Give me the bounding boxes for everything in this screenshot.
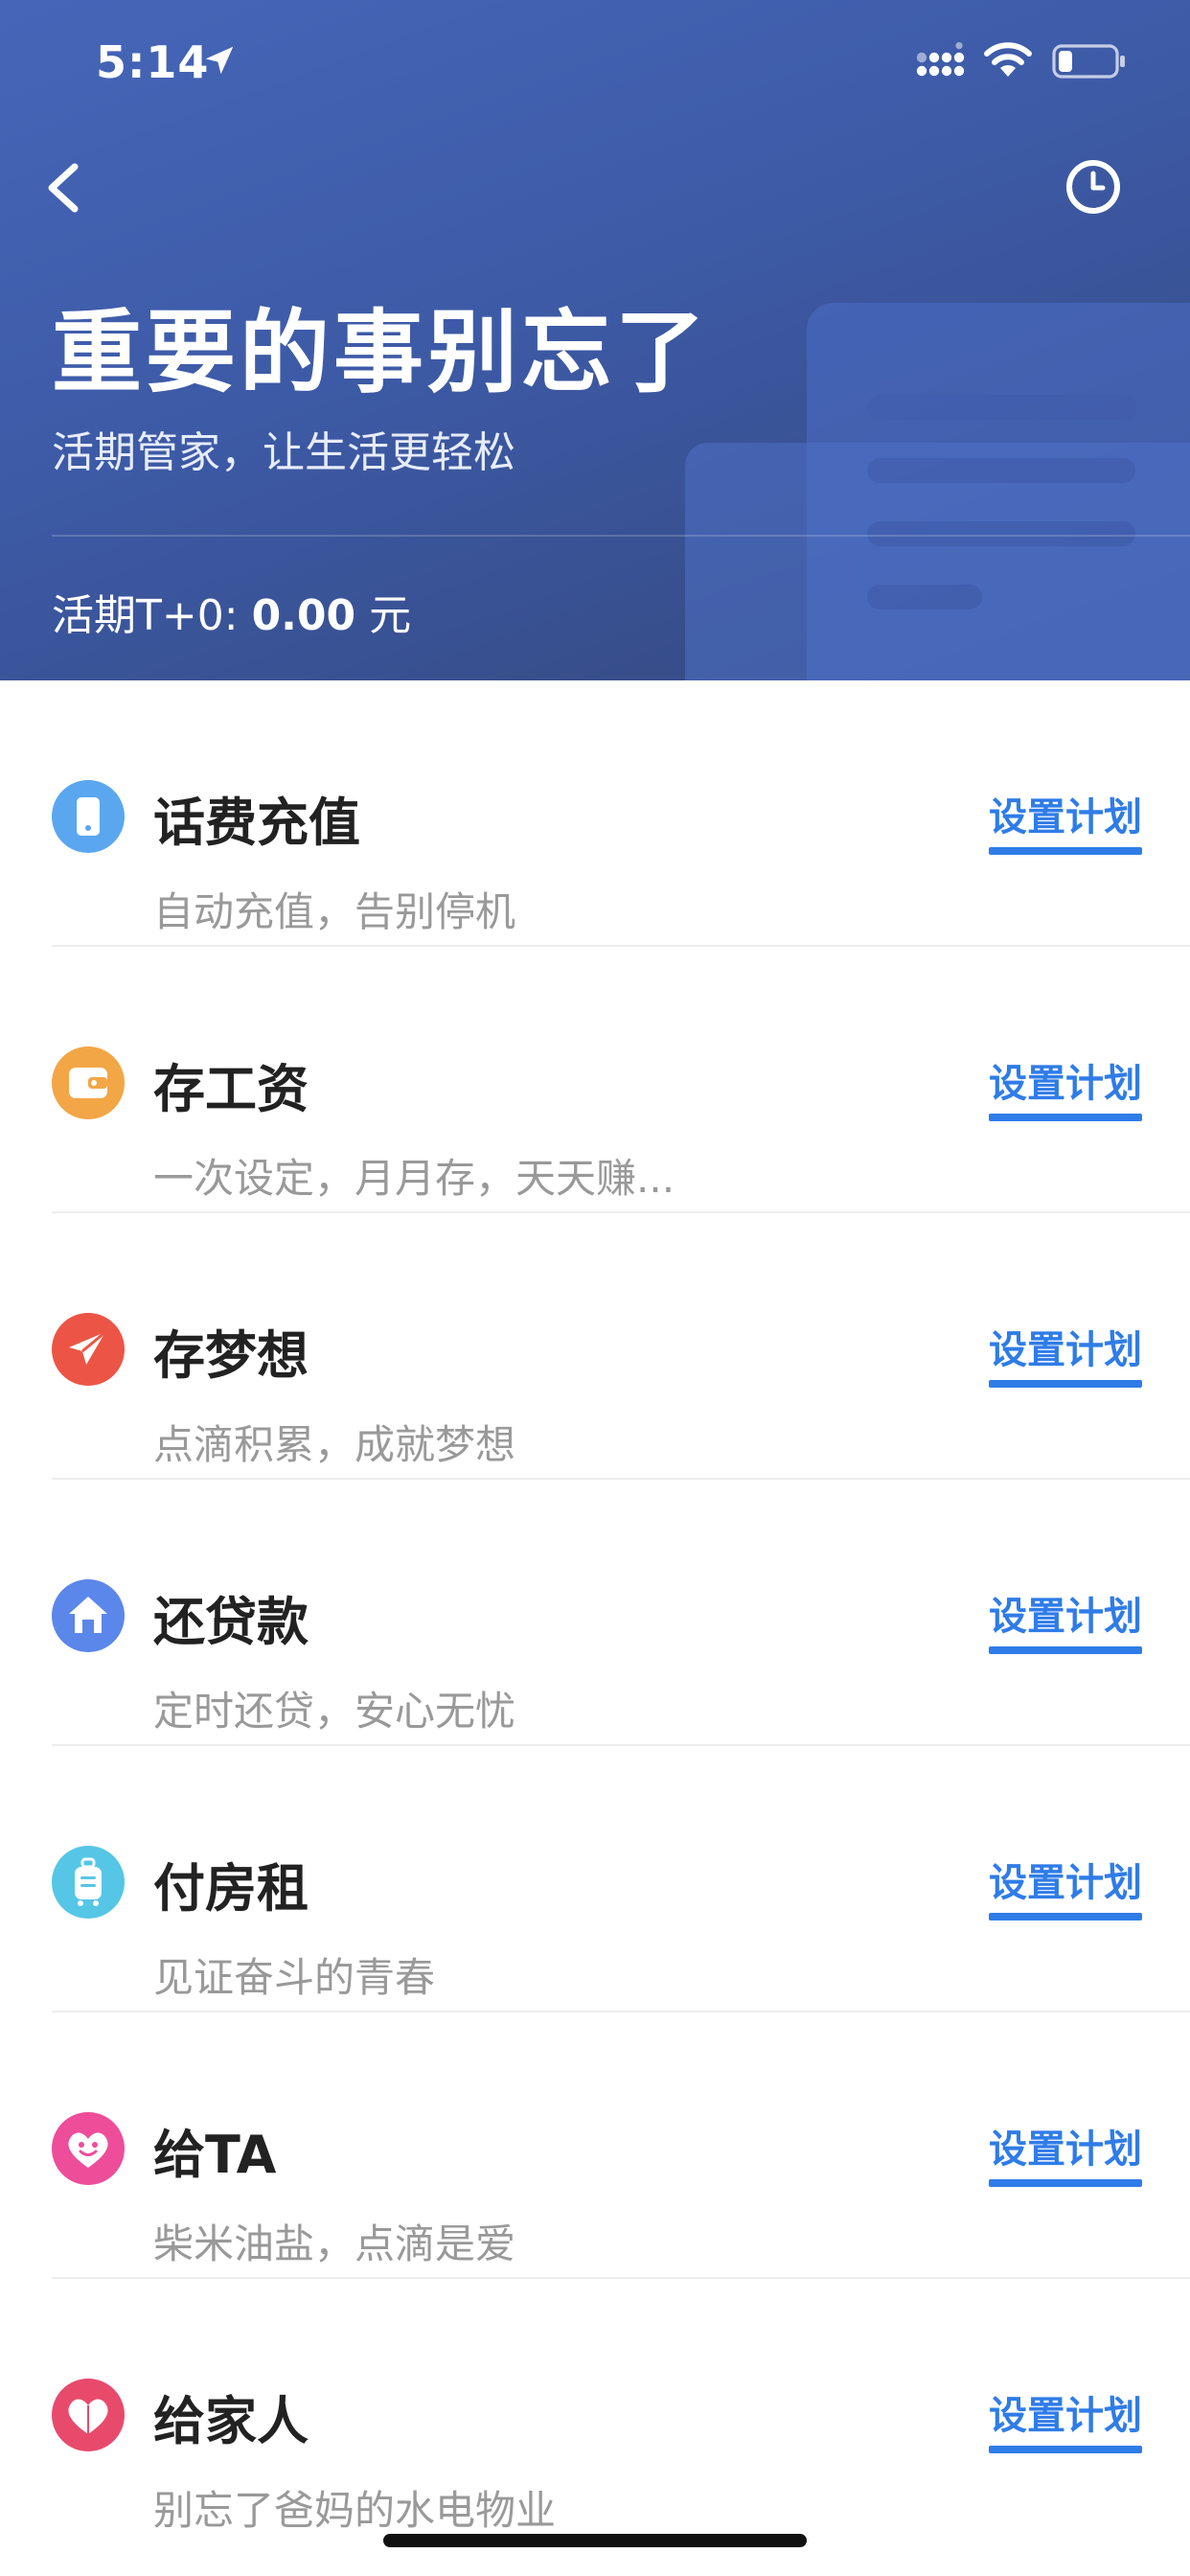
set-plan-button[interactable]: 设置计划 <box>989 2384 1142 2453</box>
set-plan-button[interactable]: 设置计划 <box>989 2118 1142 2187</box>
page-title: 重要的事别忘了 <box>52 301 710 405</box>
list-item-save-salary[interactable]: 存工资 一次设定，月月存，天天赚... 设置计划 <box>0 947 1190 1213</box>
plan-list: 话费充值 自动充值，告别停机 设置计划 存工资 一次设定，月月存，天天赚... … <box>0 680 1190 2545</box>
location-arrow-icon <box>205 46 234 75</box>
list-item-give-ta[interactable]: 给TA 柴米油盐，点滴是爱 设置计划 <box>0 2012 1190 2279</box>
item-description: 一次设定，月月存，天天赚... <box>153 1155 675 1202</box>
balance-amount: 0.00 <box>251 591 356 640</box>
item-description: 定时还贷，安心无忧 <box>153 1688 516 1735</box>
item-description: 柴米油盐，点滴是爱 <box>153 2220 516 2267</box>
history-clock-icon[interactable] <box>1062 155 1125 218</box>
home-indicator <box>383 2534 807 2547</box>
item-description: 别忘了爸妈的水电物业 <box>153 2487 557 2534</box>
list-item-phone-topup[interactable]: 话费充值 自动充值，告别停机 设置计划 <box>0 680 1190 947</box>
balance-unit: 元 <box>355 591 412 640</box>
set-plan-button[interactable]: 设置计划 <box>989 1852 1142 1920</box>
list-item-give-family[interactable]: 给家人 别忘了爸妈的水电物业 设置计划 <box>0 2279 1190 2545</box>
heart-icon <box>52 2379 125 2451</box>
smiley-heart-icon <box>52 2112 125 2185</box>
set-plan-button[interactable]: 设置计划 <box>989 1585 1142 1654</box>
status-time: 5:14 <box>96 36 210 88</box>
item-title: 付房租 <box>153 1858 309 1919</box>
decorative-document-front <box>685 395 1190 680</box>
paper-plane-icon <box>52 1313 125 1386</box>
list-item-pay-rent[interactable]: 付房租 见证奋斗的青春 设置计划 <box>0 1746 1190 2012</box>
item-title: 存梦想 <box>153 1325 309 1386</box>
page-subtitle: 活期管家，让生活更轻松 <box>52 428 515 477</box>
list-item-save-dream[interactable]: 存梦想 点滴积累，成就梦想 设置计划 <box>0 1213 1190 1480</box>
item-title: 还贷款 <box>153 1592 309 1652</box>
header-divider <box>52 535 1190 537</box>
header-banner: 5:14 重要的事别忘了 活期管家，让生活更轻松 活期T+0: 0.00 元 <box>0 0 1190 680</box>
balance-label: 活期T+0: <box>52 591 252 640</box>
cellular-signal-icon <box>916 42 965 77</box>
item-title: 给家人 <box>153 2391 309 2451</box>
set-plan-button[interactable]: 设置计划 <box>989 1319 1142 1388</box>
wifi-icon <box>984 42 1032 77</box>
item-description: 见证奋斗的青春 <box>153 1954 436 2001</box>
house-icon <box>52 1579 125 1652</box>
list-item-repay-loan[interactable]: 还贷款 定时还贷，安心无忧 设置计划 <box>0 1480 1190 1746</box>
decorative-document-back <box>807 303 1190 680</box>
luggage-icon <box>52 1846 125 1919</box>
item-description: 点滴积累，成就梦想 <box>153 1421 516 1468</box>
set-plan-button[interactable]: 设置计划 <box>989 786 1142 855</box>
back-button[interactable] <box>34 153 92 222</box>
battery-icon <box>1052 44 1125 79</box>
set-plan-button[interactable]: 设置计划 <box>989 1052 1142 1121</box>
status-bar: 5:14 <box>0 0 1190 126</box>
phone-icon <box>52 780 125 853</box>
item-title: 话费充值 <box>153 793 360 853</box>
wallet-icon <box>52 1046 125 1119</box>
demand-balance: 活期T+0: 0.00 元 <box>52 581 411 642</box>
item-description: 自动充值，告别停机 <box>153 888 516 935</box>
item-title: 给TA <box>153 2125 277 2185</box>
item-title: 存工资 <box>153 1059 309 1119</box>
